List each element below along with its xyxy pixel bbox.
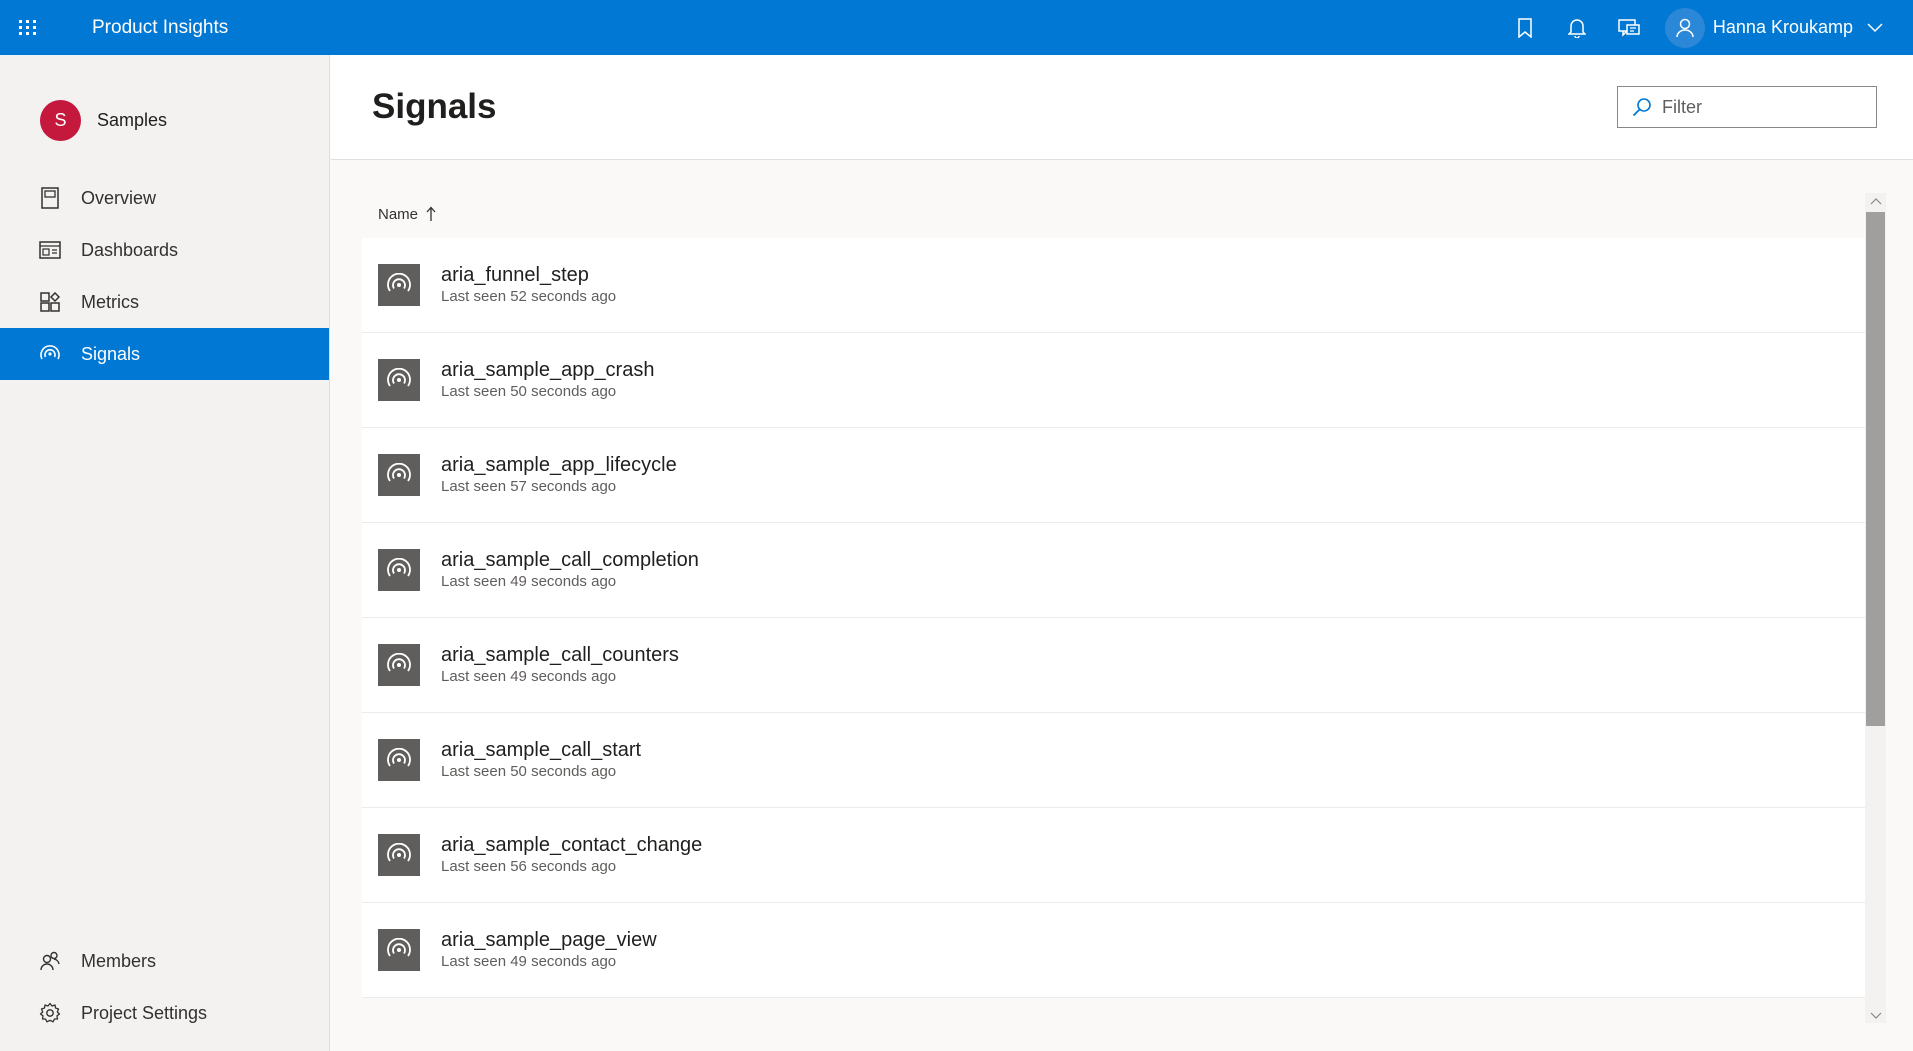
sidebar-item-label: Dashboards (81, 239, 179, 260)
signal-name: aria_sample_app_crash (441, 359, 655, 381)
sidebar-item-project-settings[interactable]: Project Settings (0, 987, 329, 1039)
list-item-text: aria_sample_app_crash Last seen 50 second… (441, 358, 654, 402)
signal-icon (378, 929, 420, 971)
signal-icon (378, 359, 420, 401)
signal-icon (378, 454, 420, 496)
sidebar-nav: Overview Dashboards Metrics Signals (0, 172, 329, 380)
top-bar-actions: Hanna Kroukamp (1499, 0, 1913, 55)
last-seen-text: Last seen 50 seconds ago (441, 763, 617, 780)
signal-name: aria_sample_page_view (441, 929, 657, 951)
bookmark-icon (1518, 17, 1532, 38)
project-avatar: S (40, 99, 81, 141)
list-item[interactable]: aria_funnel_step Last seen 52 seconds ago (362, 238, 1865, 333)
project-selector[interactable]: S Samples (0, 90, 329, 150)
list-item-text: aria_sample_call_counters Last seen 49 se… (441, 643, 679, 687)
list-item[interactable]: aria_sample_call_counters Last seen 49 se… (362, 618, 1865, 713)
signals-list: Name aria_funnel_step Last seen 52 second… (362, 190, 1882, 1020)
signal-name: aria_sample_contact_change (441, 834, 703, 856)
scrollbar-thumb[interactable] (1866, 212, 1885, 726)
sidebar-item-label: Metrics (81, 291, 139, 312)
bell-icon (1567, 18, 1586, 38)
list-item-text: aria_sample_contact_change Last seen 56 s… (441, 833, 702, 877)
column-header-label: Name (378, 205, 419, 223)
project-name: Samples (97, 109, 168, 130)
sidebar-item-dashboards[interactable]: Dashboards (0, 224, 329, 276)
avatar (1664, 7, 1705, 48)
list-item-text: aria_funnel_step Last seen 52 seconds ago (441, 263, 616, 307)
sidebar-item-label: Project Settings (81, 1002, 208, 1023)
members-icon (39, 950, 61, 972)
last-seen-text: Last seen 57 seconds ago (441, 478, 617, 495)
app-launcher-button[interactable] (0, 0, 55, 55)
feedback-icon (1618, 18, 1640, 37)
vertical-scrollbar[interactable] (1865, 193, 1886, 1023)
app-title[interactable]: Product Insights (92, 17, 228, 39)
sidebar-item-label: Signals (81, 343, 141, 364)
sidebar-item-metrics[interactable]: Metrics (0, 276, 329, 328)
page-title: Signals (372, 87, 497, 126)
last-seen-text: Last seen 49 seconds ago (441, 573, 617, 590)
signal-icon (378, 549, 420, 591)
signal-name: aria_sample_call_counters (441, 644, 679, 666)
list-item-text: aria_sample_call_start Last seen 50 secon… (441, 738, 641, 782)
person-icon (1676, 18, 1694, 37)
filter-input[interactable] (1662, 96, 1862, 118)
signal-name: aria_funnel_step (441, 264, 589, 286)
gear-icon (39, 1002, 61, 1024)
list-item[interactable]: aria_sample_contact_change Last seen 56 s… (362, 808, 1865, 903)
notifications-button[interactable] (1551, 0, 1603, 55)
list-item[interactable]: aria_sample_page_view Last seen 49 second… (362, 903, 1865, 998)
chevron-down-icon (1870, 1012, 1881, 1019)
sort-ascending-icon (426, 206, 436, 222)
top-bar: Product Insights Hanna Kroukamp (0, 0, 1913, 55)
chevron-up-icon (1870, 197, 1881, 204)
list-item-text: aria_sample_page_view Last seen 49 second… (441, 928, 657, 972)
metrics-icon (39, 291, 61, 313)
sidebar: S Samples Overview Dashboards Metrics Si… (0, 55, 330, 1051)
user-name: Hanna Kroukamp (1712, 17, 1853, 37)
signal-name: aria_sample_app_lifecycle (441, 454, 677, 476)
chevron-down-icon (1867, 22, 1883, 32)
column-header-name[interactable]: Name (362, 190, 1882, 238)
sidebar-item-signals[interactable]: Signals (0, 328, 329, 380)
sidebar-bottom-nav: Members Project Settings (0, 935, 329, 1039)
signal-icon (378, 834, 420, 876)
filter-box[interactable] (1617, 86, 1877, 128)
signal-icon (378, 264, 420, 306)
search-icon (1632, 98, 1651, 117)
sidebar-item-members[interactable]: Members (0, 935, 329, 987)
list-item-text: aria_sample_app_lifecycle Last seen 57 se… (441, 453, 677, 497)
list-item[interactable]: aria_sample_app_crash Last seen 50 second… (362, 333, 1865, 428)
overview-icon (39, 187, 61, 209)
list-item-text: aria_sample_call_completion Last seen 49 … (441, 548, 699, 592)
list-item[interactable]: aria_sample_call_completion Last seen 49 … (362, 523, 1865, 618)
list-item[interactable]: aria_sample_app_lifecycle Last seen 57 se… (362, 428, 1865, 523)
signal-icon (378, 644, 420, 686)
scroll-down-button[interactable] (1865, 1007, 1886, 1023)
sidebar-item-overview[interactable]: Overview (0, 172, 329, 224)
last-seen-text: Last seen 56 seconds ago (441, 858, 617, 875)
last-seen-text: Last seen 49 seconds ago (441, 953, 617, 970)
feedback-button[interactable] (1603, 0, 1655, 55)
user-menu[interactable]: Hanna Kroukamp (1655, 0, 1913, 55)
page-header: Signals (331, 55, 1913, 160)
main-content: Signals Name aria_funnel_step Last seen 5… (331, 55, 1913, 1051)
signals-rows: aria_funnel_step Last seen 52 seconds ago… (362, 238, 1865, 998)
sidebar-item-label: Members (81, 950, 157, 971)
scroll-up-button[interactable] (1865, 193, 1886, 209)
signal-name: aria_sample_call_completion (441, 549, 699, 571)
signal-icon (378, 739, 420, 781)
dashboards-icon (39, 239, 61, 261)
bookmark-button[interactable] (1499, 0, 1551, 55)
waffle-icon (18, 20, 37, 35)
signal-name: aria_sample_call_start (441, 739, 642, 761)
last-seen-text: Last seen 50 seconds ago (441, 383, 617, 400)
sidebar-item-label: Overview (81, 187, 157, 208)
last-seen-text: Last seen 49 seconds ago (441, 668, 617, 685)
list-item[interactable]: aria_sample_call_start Last seen 50 secon… (362, 713, 1865, 808)
signal-icon (39, 343, 61, 365)
last-seen-text: Last seen 52 seconds ago (441, 288, 617, 305)
